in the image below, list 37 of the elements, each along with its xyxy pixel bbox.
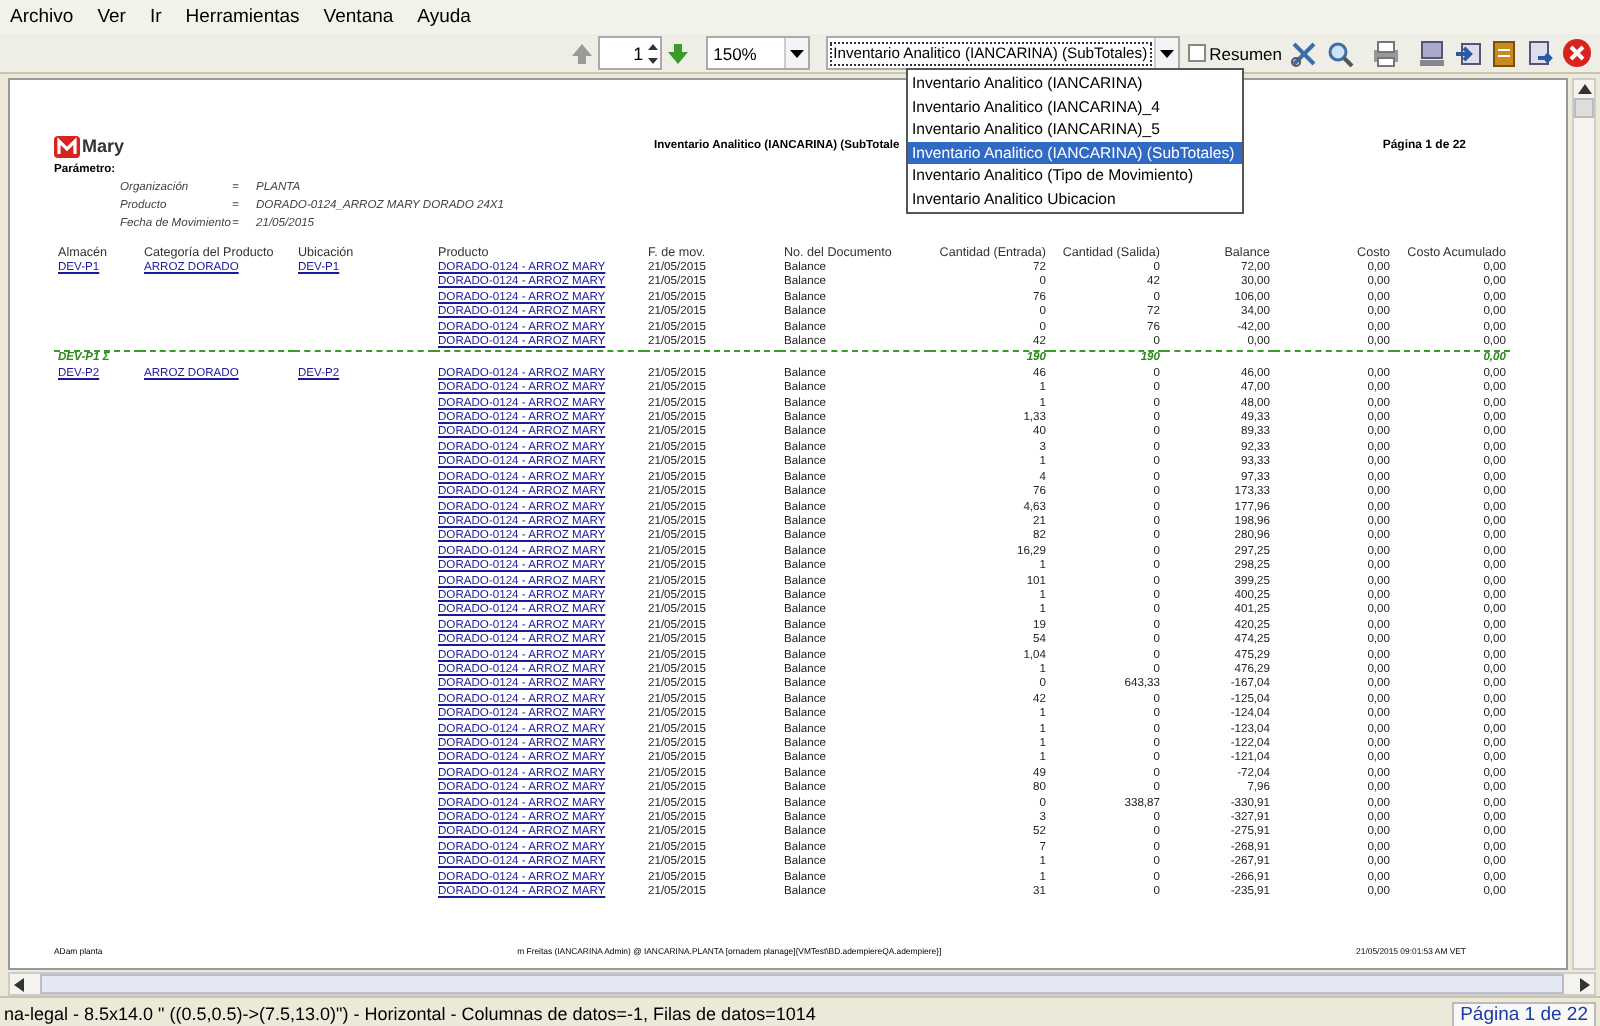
summary-checkbox[interactable] bbox=[1187, 44, 1206, 62]
menu-item[interactable]: Herramientas bbox=[185, 6, 300, 28]
scissors-icon bbox=[1290, 39, 1318, 67]
refresh-button[interactable] bbox=[1524, 36, 1556, 70]
menu-item[interactable]: Ver bbox=[97, 6, 126, 28]
menu-item[interactable]: Ventana bbox=[323, 6, 394, 28]
export-button[interactable] bbox=[1416, 36, 1448, 70]
scroll-right-icon bbox=[1580, 977, 1590, 991]
close-icon bbox=[1562, 38, 1592, 68]
scroll-up-icon bbox=[1577, 84, 1591, 94]
status-text: na-legal - 8.5x14.0 " ((0.5,0.5)->(7.5,13.0)") - Horizontal - Columnas de datos=-1, Filas de datos=1014 bbox=[4, 1004, 816, 1024]
spinner-arrows-icon bbox=[645, 39, 660, 67]
printer-icon bbox=[1372, 39, 1400, 67]
archive-button[interactable] bbox=[1488, 36, 1520, 70]
scroll-left-icon bbox=[14, 977, 24, 991]
down-arrow-icon bbox=[665, 41, 690, 65]
print-button[interactable] bbox=[1370, 36, 1402, 70]
logo-icon bbox=[54, 135, 80, 157]
menu-item[interactable]: Archivo bbox=[10, 6, 74, 28]
computer-icon bbox=[1418, 39, 1446, 67]
dropdown-arrow-icon bbox=[1159, 49, 1174, 57]
arrow-document-icon bbox=[1454, 39, 1482, 67]
page-number-field[interactable]: 1 bbox=[597, 36, 662, 70]
up-arrow-icon bbox=[569, 41, 594, 65]
close-button[interactable] bbox=[1560, 36, 1594, 70]
zoom-select[interactable]: 150% bbox=[705, 36, 810, 70]
logo-text: Mary bbox=[82, 136, 125, 156]
menu-item[interactable]: Ayuda bbox=[417, 6, 471, 28]
search-icon bbox=[1326, 39, 1354, 67]
folder-icon bbox=[1490, 39, 1518, 67]
scrollbar-thumb[interactable] bbox=[1574, 98, 1594, 118]
dropdown-arrow-icon bbox=[789, 49, 804, 57]
vertical-scrollbar[interactable] bbox=[1572, 78, 1596, 970]
summary-label: Resumen bbox=[1209, 43, 1282, 63]
status-page-counter: Página 1 de 22 bbox=[1452, 1001, 1596, 1026]
horizontal-scrollbar[interactable] bbox=[8, 972, 1596, 996]
menu-item[interactable]: Ir bbox=[149, 6, 162, 28]
